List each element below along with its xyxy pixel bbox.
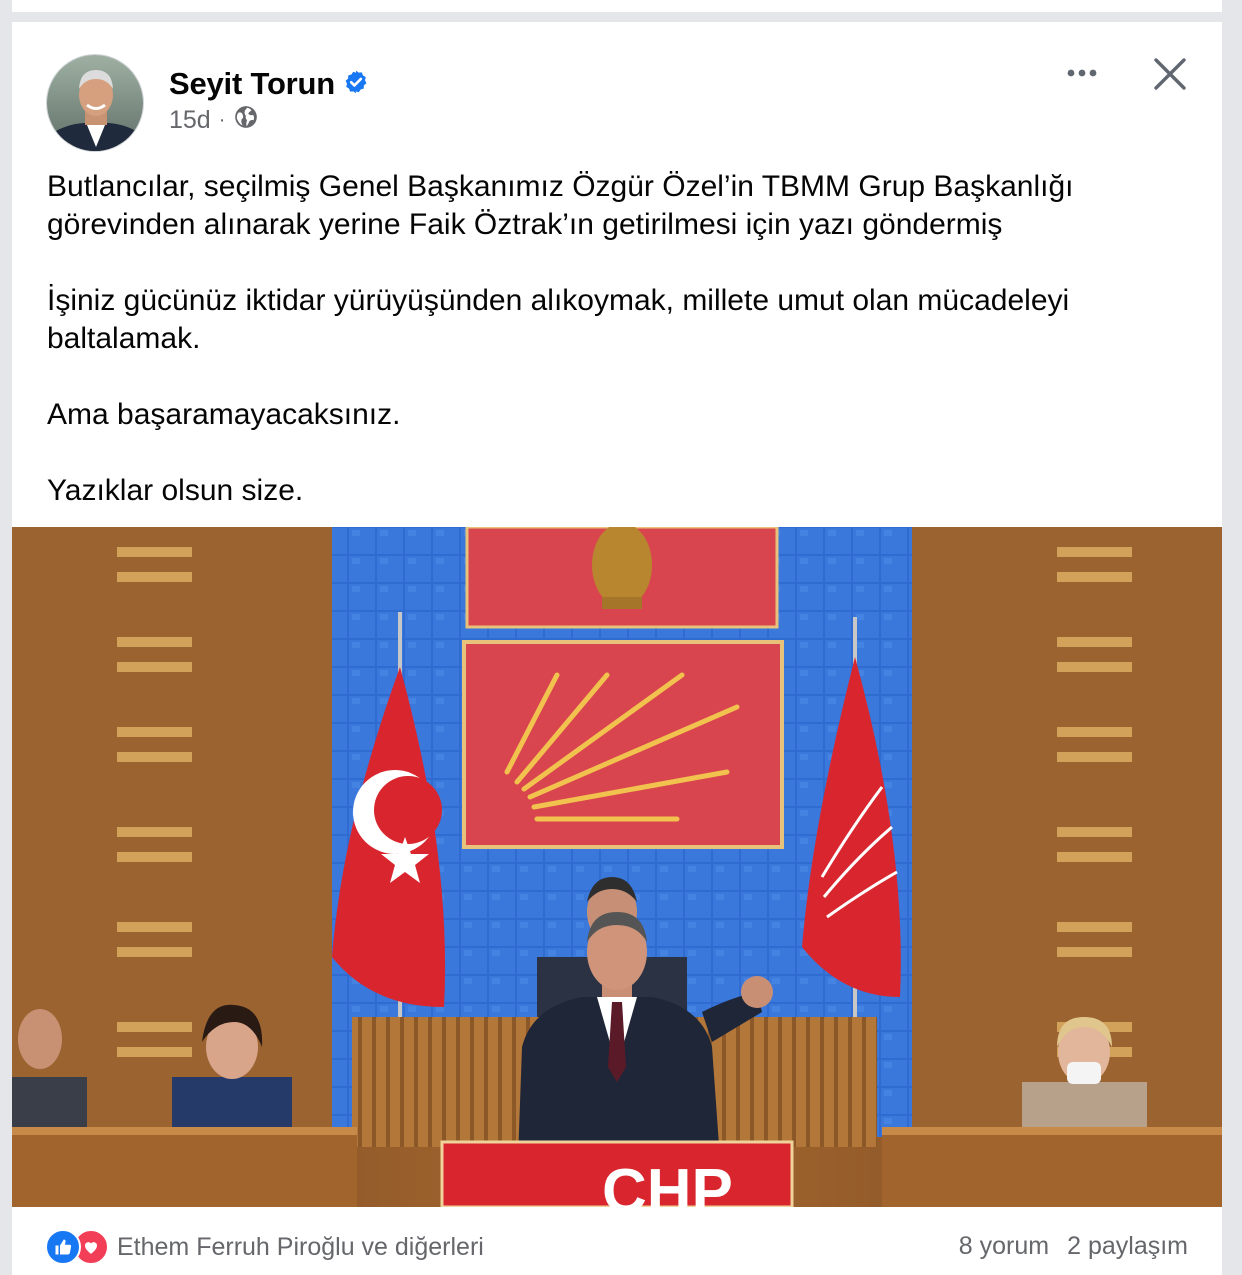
author-avatar[interactable] (46, 54, 144, 152)
engagement-counts: 8 yorum 2 paylaşım (959, 1232, 1188, 1261)
avatar-photo (47, 55, 143, 151)
post-meta: 15d · (169, 104, 259, 137)
post-timestamp[interactable]: 15d (169, 106, 211, 135)
reactions-summary[interactable]: Ethem Ferruh Piroğlu ve diğerleri (45, 1229, 484, 1265)
like-reaction-icon (45, 1229, 81, 1265)
meta-separator: · (218, 109, 226, 131)
reactors-text: Ethem Ferruh Piroğlu ve diğerleri (117, 1232, 484, 1261)
close-button[interactable] (1152, 56, 1188, 92)
podium-label: CHP (602, 1157, 733, 1207)
post-paragraph: İşiniz gücünüz iktidar yürüyüşünden alık… (47, 284, 1070, 355)
post-card: Seyit Torun 15d · Butlancılar, seçilmiş … (12, 22, 1222, 1275)
shares-count[interactable]: 2 paylaşım (1067, 1232, 1188, 1261)
more-options-icon (1067, 69, 1097, 77)
parliament-photo: CHP (12, 523, 1222, 1226)
post-footer: Ethem Ferruh Piroğlu ve diğerleri 8 yoru… (12, 1207, 1222, 1275)
post-paragraph: Yazıklar olsun size. (47, 474, 304, 507)
post-photo[interactable]: CHP (12, 523, 1222, 1226)
verified-badge-icon (343, 69, 369, 100)
author-name[interactable]: Seyit Torun (169, 66, 335, 102)
post-paragraph: Ama başaramayacaksınız. (47, 398, 401, 431)
close-icon (1154, 58, 1186, 90)
more-options-button[interactable] (1062, 58, 1102, 88)
author-row: Seyit Torun (169, 66, 369, 102)
previous-post-edge (12, 0, 1222, 12)
globe-icon (233, 104, 259, 137)
post-paragraph: Butlancılar, seçilmiş Genel Başkanımız Ö… (47, 170, 1074, 241)
comments-count[interactable]: 8 yorum (959, 1232, 1049, 1261)
feed-page: Seyit Torun 15d · Butlancılar, seçilmiş … (0, 0, 1242, 1275)
post-text: Butlancılar, seçilmiş Genel Başkanımız Ö… (47, 168, 1197, 548)
